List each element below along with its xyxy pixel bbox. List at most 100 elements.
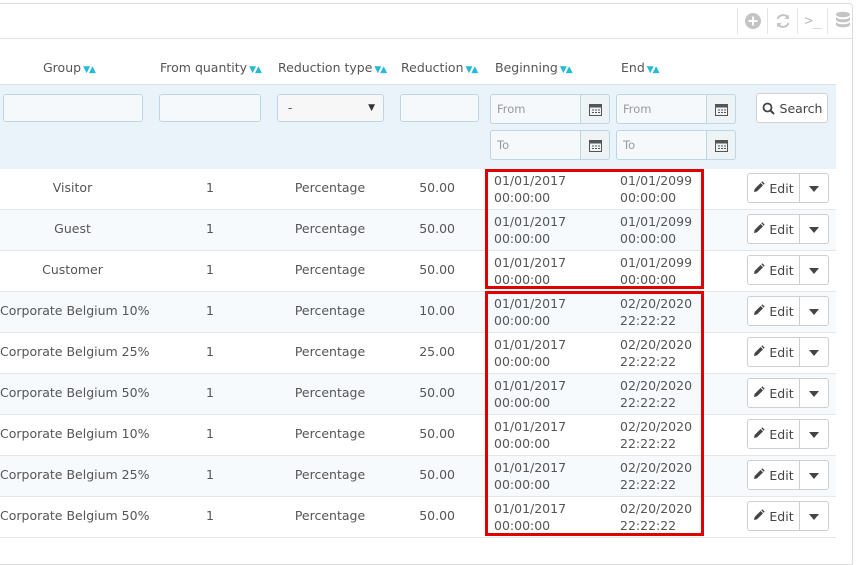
table-row: Customer 1 Percentage 50.00 01/01/2017 00:00:…: [0, 251, 836, 292]
end-date: 02/20/2020: [620, 501, 693, 516]
end-cell: 02/20/2020 22:22:22: [620, 295, 692, 329]
edit-button[interactable]: Edit: [748, 174, 800, 202]
beginning-cell: 01/01/2017 00:00:00: [494, 459, 566, 493]
calendar-icon[interactable]: [580, 130, 610, 160]
column-header-reduction[interactable]: Reduction ▼▲: [401, 60, 479, 75]
sort-arrows-icon[interactable]: ▼▲: [560, 65, 573, 75]
calendar-icon[interactable]: [706, 94, 736, 124]
column-header-label: End: [621, 60, 645, 75]
refresh-icon[interactable]: [768, 8, 798, 34]
caret-down-icon: [809, 468, 819, 482]
end-to-input[interactable]: To: [616, 130, 706, 160]
end-time: 00:00:00: [620, 190, 677, 205]
edit-button-label: Edit: [769, 262, 794, 278]
reduction-cell: 50.00: [419, 508, 455, 523]
end-to-datepicker: To: [616, 130, 736, 160]
column-header-group[interactable]: Group ▼▲: [43, 60, 96, 75]
column-header-reduction-type[interactable]: Reduction type ▼▲: [278, 60, 387, 75]
reduction-cell: 10.00: [419, 303, 455, 318]
row-actions-dropdown-toggle[interactable]: [800, 379, 828, 407]
edit-button[interactable]: Edit: [748, 215, 800, 243]
beginning-cell: 01/01/2017 00:00:00: [494, 295, 566, 329]
beginning-date: 01/01/2017: [494, 378, 567, 393]
row-actions-dropdown-toggle[interactable]: [800, 338, 828, 366]
terminal-icon[interactable]: >_: [798, 8, 828, 34]
group-cell: Guest: [54, 221, 91, 236]
group-cell: Corporate Belgium 10%: [0, 426, 150, 441]
edit-button-label: Edit: [769, 180, 794, 196]
end-time: 22:22:22: [620, 477, 677, 492]
edit-button[interactable]: Edit: [748, 502, 800, 530]
search-icon: [762, 102, 775, 115]
list-toolbar: >_: [0, 4, 852, 39]
row-actions-dropdown-toggle[interactable]: [800, 256, 828, 284]
row-actions-dropdown-toggle[interactable]: [800, 420, 828, 448]
edit-button[interactable]: Edit: [748, 461, 800, 489]
end-date: 02/20/2020: [620, 378, 693, 393]
end-cell: 01/01/2099 00:00:00: [620, 254, 692, 288]
caret-down-icon: [809, 222, 819, 236]
edit-button[interactable]: Edit: [748, 256, 800, 284]
add-icon[interactable]: [738, 8, 768, 34]
row-actions-dropdown-toggle[interactable]: [800, 174, 828, 202]
row-actions: Edit: [747, 460, 829, 490]
end-from-input[interactable]: From: [616, 94, 706, 124]
reduction-filter-input[interactable]: [400, 94, 479, 122]
reduction-type-filter-select[interactable]: - ▼: [277, 94, 384, 122]
column-header-label: Reduction: [401, 60, 464, 75]
row-actions-dropdown-toggle[interactable]: [800, 461, 828, 489]
end-date: 02/20/2020: [620, 296, 693, 311]
sort-arrows-icon[interactable]: ▼▲: [647, 65, 660, 75]
table-row: Corporate Belgium 10% 1 Percentage 10.00 01/…: [0, 292, 836, 333]
end-time: 22:22:22: [620, 395, 677, 410]
end-time: 22:22:22: [620, 518, 677, 533]
edit-button-label: Edit: [769, 344, 794, 360]
group-cell: Corporate Belgium 25%: [0, 344, 150, 359]
from-quantity-cell: 1: [206, 303, 214, 318]
from-quantity-cell: 1: [206, 221, 214, 236]
end-date: 01/01/2099: [620, 255, 693, 270]
beginning-to-input[interactable]: To: [490, 130, 580, 160]
edit-button-label: Edit: [769, 467, 794, 483]
pencil-icon: [753, 180, 766, 196]
reduction-cell: 50.00: [419, 180, 455, 195]
reduction-cell: 50.00: [419, 262, 455, 277]
sort-arrows-icon[interactable]: ▼▲: [83, 65, 96, 75]
table-row: Corporate Belgium 25% 1 Percentage 50.00 01/…: [0, 456, 836, 497]
beginning-time: 00:00:00: [494, 477, 551, 492]
reduction-type-cell: Percentage: [294, 344, 366, 359]
sort-arrows-icon[interactable]: ▼▲: [374, 65, 387, 75]
calendar-icon[interactable]: [706, 130, 736, 160]
pencil-icon: [753, 467, 766, 483]
beginning-cell: 01/01/2017 00:00:00: [494, 377, 566, 411]
row-actions: Edit: [747, 296, 829, 326]
column-header-end[interactable]: End ▼▲: [621, 60, 660, 75]
reduction-cell: 25.00: [419, 344, 455, 359]
edit-button[interactable]: Edit: [748, 297, 800, 325]
pencil-icon: [753, 385, 766, 401]
sort-arrows-icon[interactable]: ▼▲: [249, 65, 262, 75]
edit-button[interactable]: Edit: [748, 338, 800, 366]
row-actions-dropdown-toggle[interactable]: [800, 215, 828, 243]
beginning-from-input[interactable]: From: [490, 94, 580, 124]
column-header-from-quantity[interactable]: From quantity ▼▲: [160, 60, 262, 75]
group-filter-input[interactable]: [3, 94, 143, 122]
from-quantity-cell: 1: [206, 385, 214, 400]
calendar-icon[interactable]: [580, 94, 610, 124]
beginning-from-datepicker: From: [490, 94, 610, 124]
column-header-beginning[interactable]: Beginning ▼▲: [495, 60, 573, 75]
row-actions-dropdown-toggle[interactable]: [800, 297, 828, 325]
end-date: 02/20/2020: [620, 337, 693, 352]
end-date: 01/01/2099: [620, 173, 693, 188]
sort-arrows-icon[interactable]: ▼▲: [466, 65, 479, 75]
end-cell: 02/20/2020 22:22:22: [620, 377, 692, 411]
search-button[interactable]: Search: [756, 93, 828, 123]
group-cell: Customer: [42, 262, 103, 277]
end-from-datepicker: From: [616, 94, 736, 124]
edit-button[interactable]: Edit: [748, 420, 800, 448]
database-icon[interactable]: [828, 8, 858, 34]
from-quantity-filter-input[interactable]: [159, 94, 261, 122]
edit-button[interactable]: Edit: [748, 379, 800, 407]
from-quantity-cell: 1: [206, 180, 214, 195]
row-actions-dropdown-toggle[interactable]: [800, 502, 828, 530]
